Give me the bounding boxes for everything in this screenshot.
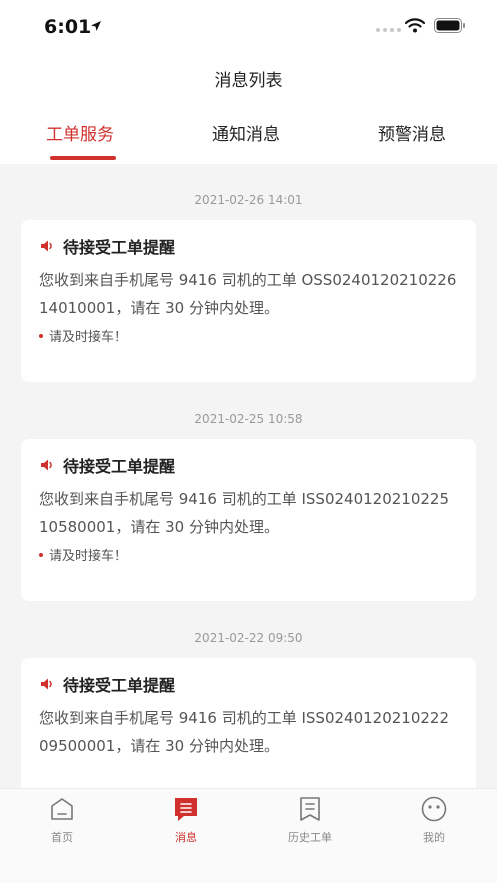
tab-bar-top: 工单服务 通知消息 预警消息 (0, 106, 497, 164)
tabbar-item-home[interactable]: 首页 (12, 795, 112, 845)
bottom-tab-bar: 首页 消息 历史工单 我的 (0, 788, 497, 883)
message-icon (172, 795, 200, 823)
message-body: 您收到来自手机尾号 9416 司机的工单 OSS0240120210226140… (39, 271, 457, 317)
tabbar-label: 首页 (51, 831, 73, 844)
status-bar: 6:01 (0, 0, 497, 56)
message-card[interactable]: 待接受工单提醒 您收到来自手机尾号 9416 司机的工单 ISS02401202… (21, 658, 476, 788)
speaker-icon (39, 457, 55, 473)
message-body: 您收到来自手机尾号 9416 司机的工单 ISS0240120210225105… (39, 490, 450, 536)
profile-icon (420, 795, 448, 823)
message-timestamp: 2021-02-22 09:50 (194, 631, 303, 645)
tabbar-label: 我的 (423, 831, 445, 844)
tabbar-label: 消息 (175, 831, 197, 844)
message-list[interactable]: 2021-02-26 14:01 待接受工单提醒 您收到来自手机尾号 9416 … (0, 164, 497, 788)
message-timestamp: 2021-02-25 10:58 (194, 412, 303, 426)
message-note-text: 请及时接车！ (49, 330, 128, 345)
page-title: 消息列表 (214, 71, 283, 91)
signal-icon (376, 28, 401, 32)
message-note: 请及时接车！ (39, 326, 458, 345)
home-icon (48, 795, 76, 823)
message-card[interactable]: 待接受工单提醒 您收到来自手机尾号 9416 司机的工单 OSS02401202… (21, 220, 476, 382)
history-order-icon (296, 795, 324, 823)
note-dot-icon (39, 333, 43, 338)
message-note: 请及时接车！ (39, 545, 458, 564)
message-note-text: 请及时接车！ (49, 549, 128, 564)
message-title: 待接受工单提醒 (63, 457, 176, 476)
tab-notification[interactable]: 通知消息 (212, 120, 280, 145)
active-tab-indicator (50, 156, 116, 160)
message-title: 待接受工单提醒 (63, 238, 176, 257)
tabbar-item-message[interactable]: 消息 (136, 795, 236, 845)
message-body: 您收到来自手机尾号 9416 司机的工单 ISS0240120210222095… (39, 709, 450, 755)
wifi-icon (404, 18, 426, 37)
tabbar-label: 历史工单 (288, 831, 332, 844)
message-card[interactable]: 待接受工单提醒 您收到来自手机尾号 9416 司机的工单 ISS02401202… (21, 439, 476, 601)
message-timestamp: 2021-02-26 14:01 (194, 193, 303, 207)
speaker-icon (39, 676, 55, 692)
status-time: 6:01 (44, 16, 92, 38)
message-title: 待接受工单提醒 (63, 676, 176, 695)
tabbar-item-history-order[interactable]: 历史工单 (260, 795, 360, 845)
note-dot-icon (39, 552, 43, 557)
tab-work-order-service[interactable]: 工单服务 (46, 120, 114, 145)
tabbar-item-profile[interactable]: 我的 (384, 795, 484, 845)
speaker-icon (39, 238, 55, 254)
tab-warning[interactable]: 预警消息 (378, 120, 446, 145)
battery-icon (434, 18, 466, 37)
